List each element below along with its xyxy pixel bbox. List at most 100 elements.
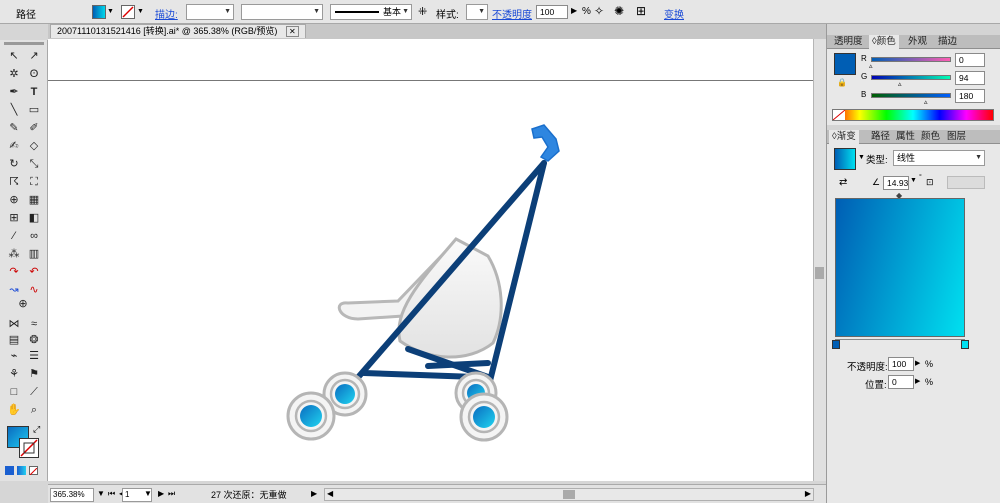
zoom-tool-icon[interactable]: ⌕ [25,402,43,418]
lock-icon[interactable]: 🔒 [837,78,847,87]
tab-stroke[interactable]: 描边 [935,35,960,49]
arrange-icon[interactable]: ⁜ [418,5,427,18]
angle-input[interactable]: 14.93 [883,176,909,190]
close-icon[interactable]: ✕ [285,26,299,37]
color-spectrum-bar[interactable] [832,109,994,121]
magic-wand-tool-icon[interactable]: ✲ [5,66,23,82]
zoom-field[interactable]: 365.38% [50,488,94,502]
g-input[interactable]: 94 [955,71,985,85]
recolor-icon[interactable]: ✧ [594,4,604,18]
tab-path[interactable]: 路径 [868,130,893,144]
r-slider-thumb[interactable]: ▵ [869,62,873,70]
artboard-tool-icon[interactable]: □ [5,384,23,400]
crosshair-tool-icon[interactable]: ⊕ [14,296,32,312]
live-paint-tool-icon[interactable]: ⚘ [5,366,23,382]
type-tool-icon[interactable]: T [25,84,43,100]
scroll-thumb[interactable] [563,490,575,499]
stroke-weight-dropdown[interactable]: ▼ [186,4,234,20]
grid-tool-icon[interactable]: ▤ [5,332,23,348]
tab-attributes[interactable]: 属性 [893,130,918,144]
chevron-right-icon[interactable]: ▶ [915,377,920,385]
none-swatch[interactable] [832,109,846,121]
mesh-tool-icon[interactable]: ⊞ [5,210,23,226]
gear-icon[interactable]: ✺ [614,4,624,18]
pencil-tool-icon[interactable]: ✐ [25,120,43,136]
transform-link[interactable]: 变换 [664,6,684,21]
lasso-tool-icon[interactable]: ʘ [25,66,43,82]
swap-icon[interactable]: ⤢ [33,424,40,435]
last-page-icon[interactable]: ⏭ [168,489,175,499]
scale-tool-icon[interactable]: ⤡ [25,156,43,172]
column-graph-tool-icon[interactable]: ▥ [25,246,43,262]
tab-appearance[interactable]: 外观 [905,35,930,49]
b-slider[interactable] [871,93,951,98]
opacity-link[interactable]: 不透明度 [492,6,532,21]
gradient-slider[interactable] [835,339,965,340]
next-page-icon[interactable]: ▶ [158,489,164,498]
rectangle-tool-icon[interactable]: ▭ [25,102,43,118]
gradient-type-dropdown[interactable]: 线性 ▼ [893,150,985,166]
first-page-icon[interactable]: ⏮ [108,489,115,499]
gradient-stop-end[interactable] [961,340,969,349]
r-slider[interactable] [871,57,951,62]
scroll-left-icon[interactable]: ◀ [327,489,333,498]
eraser-tool-icon[interactable]: ◇ [25,138,43,154]
scroll-right-icon[interactable]: ▶ [805,489,811,498]
stroke-box[interactable] [19,438,39,458]
line-tool-icon[interactable]: ╲ [5,102,23,118]
b-input[interactable]: 180 [955,89,985,103]
gradient-preview-swatch[interactable] [834,148,856,170]
status-menu-icon[interactable]: ▶ [311,489,317,498]
horizontal-scrollbar[interactable]: ◀ ▶ [324,488,814,501]
warp-tool-icon[interactable]: ☈ [5,174,23,190]
document-tab[interactable]: 20071110131521416 [转换].ai* @ 365.38% (RG… [50,24,306,38]
fill-color-swatch[interactable] [834,53,856,75]
chevron-right-icon[interactable]: ▶ [915,359,920,367]
perspective-grid-tool-icon[interactable]: ▦ [25,192,43,208]
twirl-tool-icon[interactable]: ❂ [25,332,43,348]
chevron-down-icon[interactable]: ▼ [97,489,105,498]
list-tool-icon[interactable]: ☰ [25,348,43,364]
stop-location-input[interactable]: 0 [888,375,914,389]
brush-profile-dropdown[interactable]: 基本 ▼ [330,4,412,20]
align-icon[interactable]: ⊞ [636,4,646,18]
symbol-sprayer-tool-icon[interactable]: ⁂ [5,246,23,262]
variable-width-dropdown[interactable]: ▼ [241,4,323,20]
rotate-tool-icon[interactable]: ↻ [5,156,23,172]
opacity-input[interactable]: 100 [536,5,568,19]
chevron-down-icon[interactable]: ▼ [910,177,917,184]
envelope-tool-icon[interactable]: ⋈ [5,316,23,332]
chevron-down-icon[interactable]: ▼ [858,154,865,161]
gradient-tool-icon[interactable]: ◧ [25,210,43,226]
stroke-link[interactable]: 描边: [155,6,178,21]
live-paint-select-icon[interactable]: ⚑ [25,366,43,382]
panel-grip[interactable] [4,42,44,45]
tab-transparency[interactable]: 透明度 [831,35,866,49]
style-dropdown[interactable]: ▼ [466,4,488,20]
tab-layers[interactable]: 图层 [944,130,969,144]
eyedropper-tool-icon[interactable]: ⁄ [5,228,23,244]
r-input[interactable]: 0 [955,53,985,67]
slice-tool-icon[interactable]: ⟋ [25,384,43,400]
gradient-mode-icon[interactable] [17,466,26,475]
convert-anchor-icon[interactable]: ↶ [25,264,43,280]
color-mode-icon[interactable] [5,466,14,475]
stop-opacity-input[interactable]: 100 [888,357,914,371]
vertical-scrollbar[interactable] [813,39,826,481]
tab-color[interactable]: ◊颜色 [869,35,899,49]
wave-tool-icon[interactable]: ≈ [25,316,43,332]
reverse-gradient-icon[interactable]: ⇄ [839,177,847,188]
blend-tool-icon[interactable]: ∞ [25,228,43,244]
blob-brush-tool-icon[interactable]: ✍ [5,138,23,154]
chart-line-tool-icon[interactable]: ⌁ [5,348,23,364]
paintbrush-tool-icon[interactable]: ✎ [5,120,23,136]
tab-gradient[interactable]: ◊渐变 [829,130,859,144]
stroke-swatch[interactable] [121,5,135,19]
scroll-thumb[interactable] [815,267,824,279]
direct-selection-tool-icon[interactable]: ↗ [25,48,43,64]
free-transform-tool-icon[interactable]: ⛶ [25,174,43,190]
gradient-stop-start[interactable] [832,340,840,349]
chevron-down-icon[interactable]: ▼ [137,5,146,19]
chevron-right-icon[interactable]: ▶ [571,6,577,15]
g-slider-thumb[interactable]: ▵ [898,80,902,88]
